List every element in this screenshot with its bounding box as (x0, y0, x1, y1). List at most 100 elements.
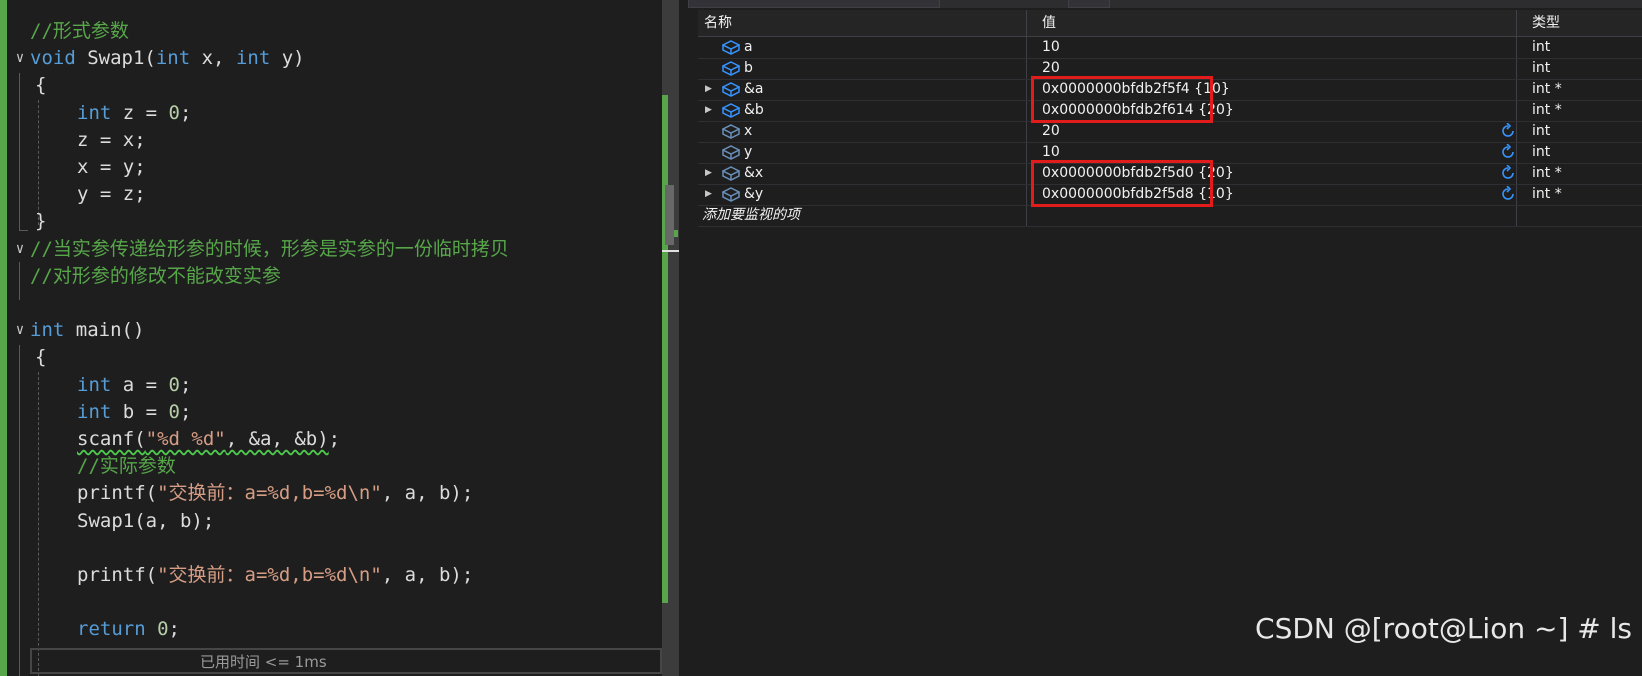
code-token: 0 (168, 101, 180, 124)
expand-triangle-icon[interactable]: ▶ (705, 163, 715, 184)
editor-vertical-scrollbar[interactable] (662, 0, 679, 676)
code-line[interactable]: { (0, 343, 664, 371)
column-header-value[interactable]: 值 (1042, 10, 1056, 36)
watch-value[interactable]: 20 (1042, 121, 1060, 142)
code-token: ; (179, 373, 192, 396)
code-line[interactable]: //形式参数 (0, 17, 664, 45)
watch-value[interactable]: 10 (1042, 37, 1060, 58)
code-token: //形式参数 (30, 20, 129, 42)
scrollbar-thumb[interactable] (665, 185, 674, 245)
watch-type: int (1532, 144, 1551, 160)
watch-type: int * (1532, 165, 1562, 181)
variable-icon (721, 166, 741, 181)
code-line-text: printf("交换前：a=%d,b=%d\n", a, b); (77, 561, 473, 589)
code-token: { (35, 74, 47, 97)
refresh-icon[interactable] (1500, 164, 1516, 181)
code-token: "交换前：a=%d,b=%d\n" (157, 482, 382, 505)
code-line-text: int b = 0; (77, 398, 191, 426)
fold-chevron-icon[interactable]: ∨ (12, 235, 28, 263)
current-line-highlight (30, 648, 662, 674)
code-token: void (30, 47, 76, 70)
watch-row[interactable]: x 20 int (698, 121, 1642, 143)
code-line-text: int main() (30, 316, 144, 344)
scrollbar-change-marker (662, 95, 668, 603)
code-line[interactable]: { (0, 71, 664, 99)
perf-tip-elapsed-time[interactable]: 已用时间 <= 1ms (200, 648, 327, 676)
code-line[interactable]: printf("交换前：a=%d,b=%d\n", a, b); (0, 479, 664, 507)
code-line[interactable]: y = z; (0, 180, 664, 208)
code-line[interactable]: x = y; (0, 153, 664, 181)
code-line-text: //实际参数 (77, 452, 176, 480)
expand-triangle-icon[interactable]: ▶ (705, 79, 715, 100)
code-token: return (77, 618, 146, 641)
watch-name[interactable]: &y (744, 184, 763, 205)
code-line[interactable]: ∨//当实参传递给形参的时候，形参是实参的一份临时拷贝 (0, 235, 664, 263)
code-line[interactable]: scanf("%d %d", &a, &b); (0, 425, 664, 453)
code-line-text: return 0; (77, 615, 180, 643)
watch-toolbar (688, 0, 1642, 8)
code-line[interactable]: int b = 0; (0, 398, 664, 426)
watch-name[interactable]: a (744, 37, 753, 58)
add-watch-placeholder[interactable]: 添加要监视的项 (702, 205, 800, 226)
code-token: "%d %d" (145, 428, 226, 450)
refresh-icon[interactable] (1500, 143, 1516, 160)
code-line[interactable]: } (0, 207, 664, 235)
column-header-name[interactable]: 名称 (704, 10, 732, 36)
code-token: , a, b); (381, 564, 474, 586)
code-line[interactable]: int z = 0; (0, 99, 664, 127)
add-watch-row[interactable]: 添加要监视的项 (698, 205, 1642, 227)
fold-chevron-icon[interactable]: ∨ (12, 44, 28, 72)
code-line[interactable]: int a = 0; (0, 371, 664, 399)
watch-name[interactable]: b (744, 58, 753, 79)
watch-name[interactable]: &a (744, 79, 764, 100)
watch-row[interactable]: a 10 int (698, 37, 1642, 59)
search-depth-box[interactable] (1068, 0, 1110, 8)
code-line[interactable]: printf("交换前：a=%d,b=%d\n", a, b); (0, 561, 664, 589)
watch-name[interactable]: x (744, 121, 752, 142)
code-token: main() (64, 319, 145, 342)
variable-icon (721, 145, 741, 160)
code-line-text: { (35, 343, 46, 371)
code-line[interactable]: Swap1(a, b); (0, 507, 664, 535)
code-token: x, (190, 47, 236, 70)
code-token: int (30, 319, 65, 342)
watch-name[interactable]: &b (744, 100, 764, 121)
code-token: ; (179, 400, 192, 423)
expand-triangle-icon[interactable]: ▶ (705, 184, 715, 205)
annotation-highlight-box (1031, 76, 1213, 123)
search-box[interactable] (688, 0, 940, 8)
watch-name[interactable]: &x (744, 163, 763, 184)
code-line-text: scanf("%d %d", &a, &b); (77, 425, 340, 453)
refresh-icon[interactable] (1500, 122, 1516, 139)
code-line[interactable]: //对形参的修改不能改变实参 (0, 262, 664, 290)
variable-icon (721, 40, 741, 55)
code-token: int (77, 400, 112, 423)
variable-icon (721, 124, 741, 139)
code-token: , &a, &b) (225, 428, 329, 450)
column-header-type[interactable]: 类型 (1532, 10, 1560, 36)
code-line-text: //对形参的修改不能改变实参 (30, 262, 281, 290)
code-line-text: //当实参传递给形参的时候，形参是实参的一份临时拷贝 (30, 235, 509, 263)
code-line[interactable]: z = x; (0, 126, 664, 154)
code-line[interactable]: ∨ int main() (0, 316, 664, 344)
expand-triangle-icon[interactable]: ▶ (705, 100, 715, 121)
code-line[interactable] (0, 534, 664, 562)
code-line[interactable] (0, 588, 664, 616)
code-token: printf( (77, 564, 158, 586)
code-editor[interactable]: //形式参数 ∨ void Swap1(int x, int y){int z = … (0, 0, 700, 676)
watch-name[interactable]: y (744, 142, 752, 163)
variable-icon (721, 82, 741, 97)
refresh-icon[interactable] (1500, 185, 1516, 202)
code-token: 0 (168, 400, 180, 423)
code-line[interactable]: ∨ void Swap1(int x, int y) (0, 44, 664, 72)
code-line[interactable]: return 0; (0, 615, 664, 643)
code-token: //对形参的修改不能改变实参 (30, 264, 281, 287)
code-line-text: y = z; (77, 180, 146, 208)
watch-type: int * (1532, 186, 1562, 202)
code-line[interactable]: //实际参数 (0, 452, 664, 480)
code-token: 0 (168, 373, 180, 396)
code-token: } (35, 210, 47, 233)
fold-chevron-icon[interactable]: ∨ (12, 316, 28, 344)
code-line[interactable] (0, 289, 664, 317)
